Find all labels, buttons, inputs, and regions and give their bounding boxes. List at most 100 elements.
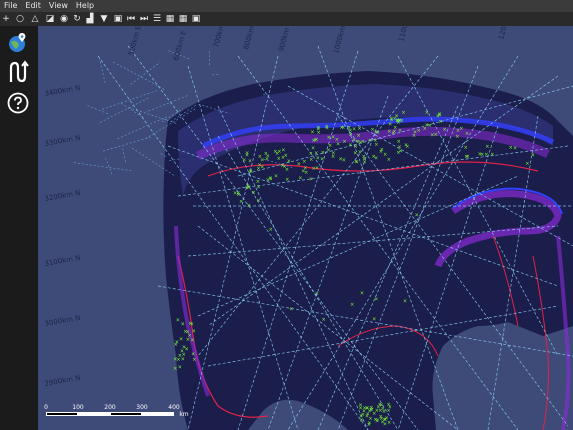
sample-point: × xyxy=(425,122,429,128)
map-canvas[interactable]: ××××××××××× ××××××× ××××××××××××××××××××××… xyxy=(38,26,573,430)
sample-point: × xyxy=(322,317,326,323)
menu-view[interactable]: View xyxy=(45,0,72,12)
box-select-tool[interactable]: ◪ xyxy=(43,13,57,25)
sample-point: × xyxy=(339,157,343,163)
scale-unit: km xyxy=(179,411,189,418)
sample-point: × xyxy=(326,148,330,154)
triangle-select-icon: △ xyxy=(31,14,39,24)
sample-point: × xyxy=(368,416,372,422)
sample-point: × xyxy=(331,151,335,157)
list-tool[interactable]: ☰ xyxy=(151,13,163,25)
sample-point: × xyxy=(285,177,289,183)
triangle-select-tool[interactable]: △ xyxy=(28,13,42,25)
sample-point: × xyxy=(176,318,180,324)
scale-tick-label: 100 xyxy=(72,404,84,411)
sample-point: × xyxy=(353,151,357,157)
sample-point: × xyxy=(490,152,494,158)
sample-point: × xyxy=(280,163,284,169)
sample-point: × xyxy=(485,144,489,150)
sample-point: × xyxy=(513,146,517,152)
sample-point: × xyxy=(173,366,177,372)
scale-tick-label: 0 xyxy=(44,404,48,411)
signal-bars-tool[interactable]: ▟ xyxy=(84,13,96,25)
scale-bar: 0 100 200 300 400 km xyxy=(44,404,196,420)
menu-file[interactable]: File xyxy=(0,0,21,12)
sample-point: × xyxy=(396,150,400,156)
sample-point: × xyxy=(312,138,316,144)
map-view[interactable]: × × × × × × × × × × × × × × × × × × × × × × × × × × × × × × × × × × × × × × × ×… xyxy=(38,26,573,430)
sample-point: × xyxy=(403,299,407,305)
circle-select-icon: ○ xyxy=(16,14,24,24)
sample-point: × xyxy=(443,127,447,133)
skip-forward-icon: ⏭ xyxy=(139,14,149,24)
sample-point: × xyxy=(379,414,383,420)
calendar-tool[interactable]: ▦ xyxy=(177,13,189,25)
sample-point: × xyxy=(531,153,535,159)
sample-point: × xyxy=(383,152,387,158)
frame-tool[interactable]: ▣ xyxy=(112,13,124,25)
sample-point: × xyxy=(464,145,468,151)
track-path-button[interactable] xyxy=(5,59,31,85)
eye-tool[interactable]: ◉ xyxy=(58,13,70,25)
sample-point: × xyxy=(355,160,359,166)
sample-point: × xyxy=(464,154,468,160)
sample-point: × xyxy=(192,328,196,334)
sample-point: × xyxy=(374,297,378,303)
sample-point: × xyxy=(368,138,372,144)
sample-point: × xyxy=(376,130,380,136)
circle-select-tool[interactable]: ○ xyxy=(13,13,27,25)
sample-point: × xyxy=(436,113,440,119)
signal-bars-icon: ▟ xyxy=(86,14,94,24)
sample-point: × xyxy=(320,156,324,162)
rotate-icon: ↻ xyxy=(73,14,81,24)
sample-point: × xyxy=(285,167,289,173)
filter-tool[interactable]: ▼ xyxy=(97,13,111,25)
calendar-grid-tool[interactable]: ▦ xyxy=(164,13,176,25)
sample-point: × xyxy=(302,159,306,165)
sample-point: × xyxy=(396,120,400,126)
sample-point: × xyxy=(309,157,313,163)
sample-point: × xyxy=(525,161,529,167)
sample-point: × xyxy=(175,339,179,345)
sample-point: × xyxy=(335,137,339,143)
sample-point: × xyxy=(398,128,402,134)
sample-point: × xyxy=(256,198,260,204)
sample-point: × xyxy=(181,322,185,328)
menu-help[interactable]: Help xyxy=(72,0,98,12)
sample-point: × xyxy=(350,302,354,308)
menu-edit[interactable]: Edit xyxy=(21,0,45,12)
sample-point: × xyxy=(315,291,319,297)
skip-back-icon: ⏮ xyxy=(126,14,136,24)
sample-point: × xyxy=(284,153,288,159)
skip-back-tool[interactable]: ⏮ xyxy=(125,13,137,25)
sample-point: × xyxy=(186,337,190,343)
sample-point: × xyxy=(357,133,361,139)
toolbar: + ○ △ ◪ ◉ ↻ ▟ ▼ ▣ ⏮ ⏭ ☰ ▦ ▦ ▣ xyxy=(0,12,573,26)
sample-point: × xyxy=(186,329,190,335)
sample-point: × xyxy=(358,140,362,146)
crosshair-plus-tool[interactable]: + xyxy=(0,13,12,25)
calendar-alt-tool[interactable]: ▣ xyxy=(190,13,202,25)
skip-forward-tool[interactable]: ⏭ xyxy=(138,13,150,25)
sample-point: × xyxy=(354,144,358,150)
sample-point: × xyxy=(310,130,314,136)
sample-point: × xyxy=(373,138,377,144)
globe-location-button[interactable] xyxy=(5,30,31,56)
menu-bar: File Edit View Help xyxy=(0,0,573,12)
sample-point: × xyxy=(245,151,249,157)
sample-point: × xyxy=(459,126,463,132)
rotate-tool[interactable]: ↻ xyxy=(71,13,83,25)
scale-tick-label: 200 xyxy=(104,404,116,411)
list-icon: ☰ xyxy=(152,14,162,24)
sample-point: × xyxy=(417,128,421,134)
sample-point: × xyxy=(325,124,329,130)
sample-point: × xyxy=(266,177,270,183)
sample-point: × xyxy=(252,190,256,196)
calendar-alt-icon: ▣ xyxy=(191,14,201,24)
sample-point: × xyxy=(455,134,459,140)
help-button[interactable] xyxy=(5,90,31,116)
sample-point: × xyxy=(321,150,325,156)
sample-point: × xyxy=(256,185,260,191)
sample-point: × xyxy=(347,125,351,131)
sidebar xyxy=(0,26,38,430)
